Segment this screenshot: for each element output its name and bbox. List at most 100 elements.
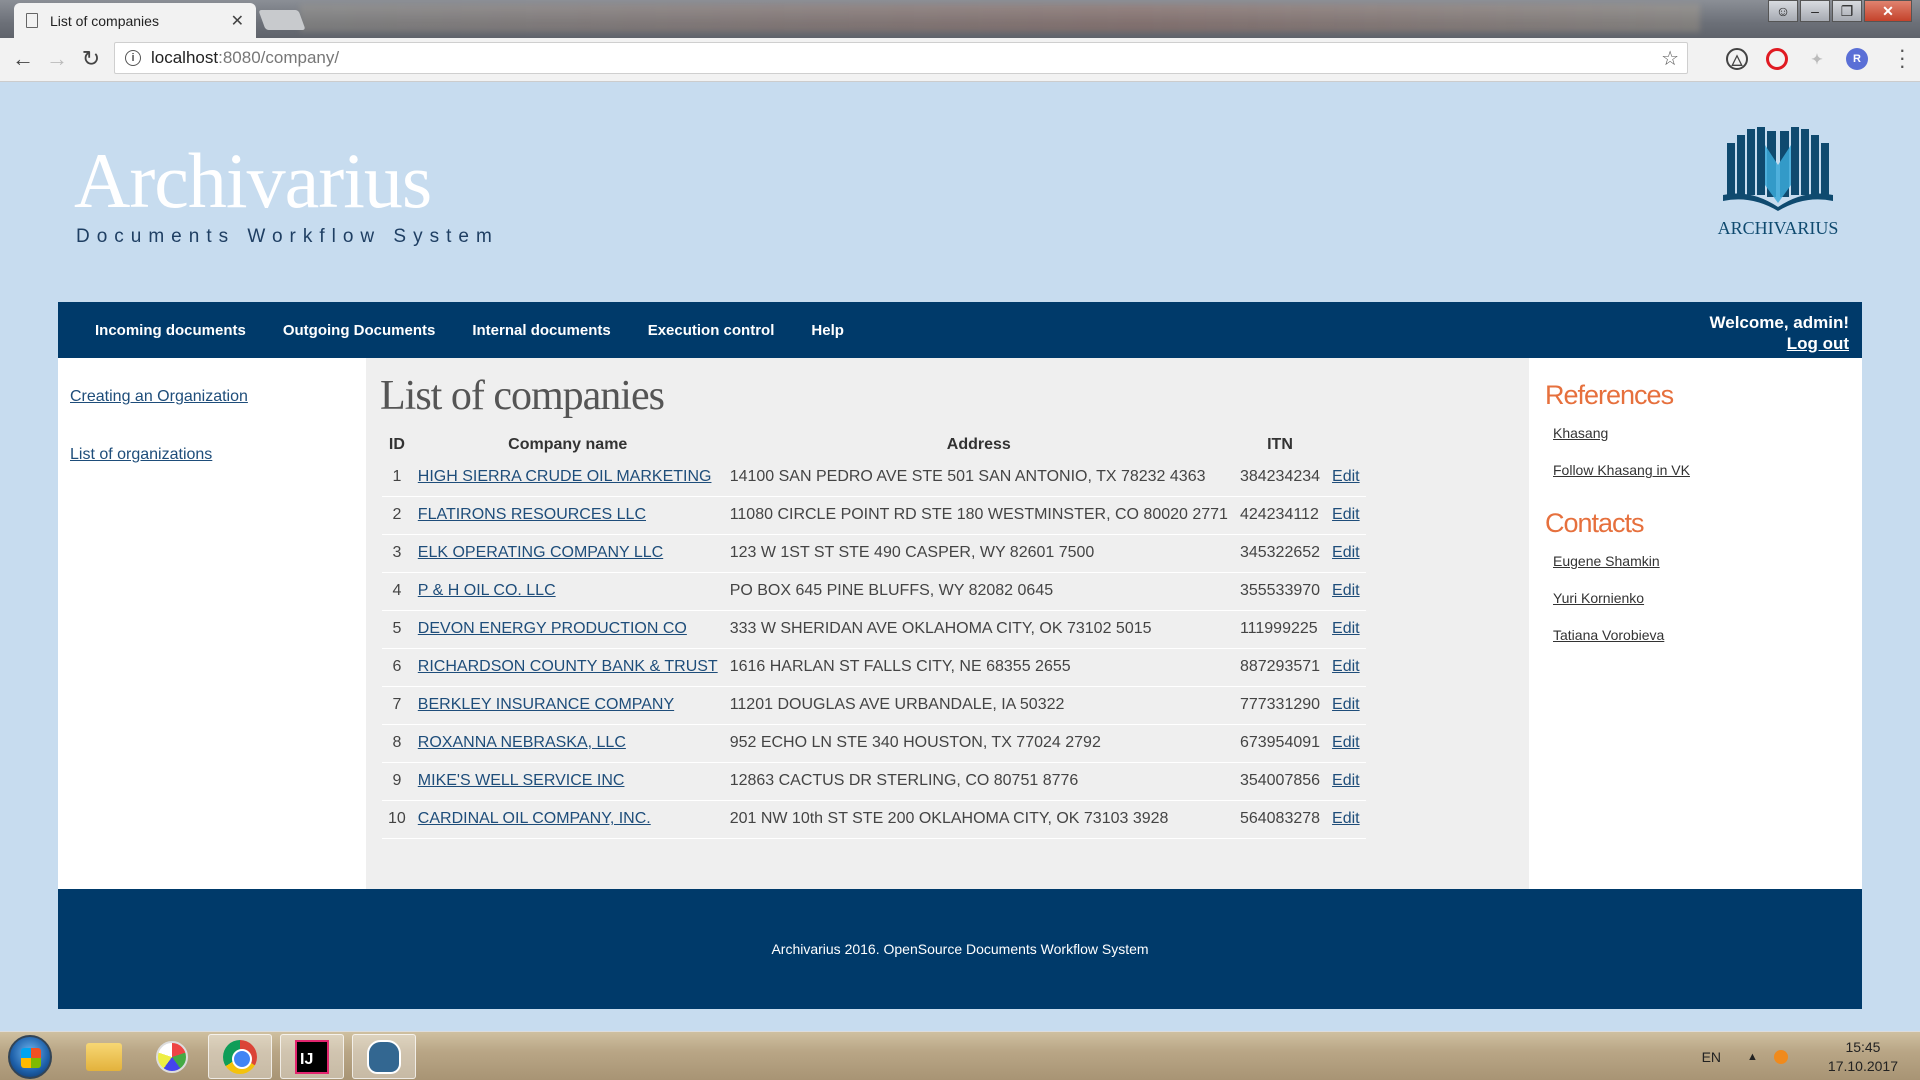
table-cell: ROXANNA NEBRASKA, LLC [411,724,724,763]
row-address: 333 W SHERIDAN AVE OKLAHOMA CITY, OK 731… [729,620,1152,637]
table-cell: 1 [382,458,412,497]
contact-link[interactable]: Eugene Shamkin [1553,553,1846,569]
nav-outgoing-documents[interactable]: Outgoing Documents [283,322,436,339]
column-header-company-name: Company name [508,436,628,453]
table-header-row: ID Company name Address ITN [382,432,1366,458]
site-info-icon[interactable]: i [125,50,141,66]
browser-titlebar: List of companies ✕ ☺ – ❐ ✕ [0,0,1920,38]
table-cell: Edit [1326,686,1366,725]
new-tab-button[interactable] [258,10,306,30]
company-name-link[interactable]: P & H OIL CO. LLC [418,582,556,599]
page-icon [26,13,38,28]
table-cell: Edit [1326,800,1366,839]
nav-help[interactable]: Help [811,322,844,339]
row-id: 10 [388,810,406,827]
edit-link[interactable]: Edit [1332,810,1360,827]
table-cell: 887293571 [1233,648,1327,687]
puzzle-extension-icon[interactable]: ✦ [1806,48,1828,70]
table-cell: 1616 HARLAN ST FALLS CITY, NE 68355 2655 [723,648,1234,687]
contacts-heading: Contacts [1545,508,1645,538]
edit-link[interactable]: Edit [1332,734,1360,751]
row-id: 9 [392,772,402,789]
welcome-text: Welcome, admin! [1709,313,1850,332]
logout-link[interactable]: Log out [1710,333,1849,354]
taskbar-chrome[interactable] [208,1034,272,1079]
minimize-button[interactable]: – [1800,0,1830,22]
edit-link[interactable]: Edit [1332,696,1360,713]
table-cell: 12863 CACTUS DR STERLING, CO 80751 8776 [723,762,1234,801]
close-window-button[interactable]: ✕ [1864,0,1912,22]
drive-extension-icon[interactable]: △ [1726,48,1748,70]
company-name-link[interactable]: CARDINAL OIL COMPANY, INC. [418,810,651,827]
edit-link[interactable]: Edit [1332,772,1360,789]
row-address: 1616 HARLAN ST FALLS CITY, NE 68355 2655 [729,658,1071,675]
nav-internal-documents[interactable]: Internal documents [472,322,610,339]
table-row: 10 CARDINAL OIL COMPANY, INC. 201 NW 10th … [382,800,1366,839]
company-name-link[interactable]: MIKE'S WELL SERVICE INC [418,772,625,789]
table-cell: 424234112 [1233,496,1327,535]
table-row: 8 ROXANNA NEBRASKA, LLC 952 ECHO LN STE 34… [382,724,1366,763]
column-header-address: Address [946,436,1011,453]
address-bar[interactable]: i localhost:8080/company/ ☆ [114,42,1688,74]
edit-link[interactable]: Edit [1332,658,1360,675]
maximize-button[interactable]: ❐ [1832,0,1862,22]
edit-link[interactable]: Edit [1332,468,1360,485]
forward-icon[interactable]: → [44,46,70,72]
row-id: 3 [392,544,402,561]
tray-expand-icon[interactable]: ▲ [1747,1051,1758,1063]
table-cell: 9 [382,762,412,801]
reload-icon[interactable]: ↻ [78,46,104,72]
list-organizations-link[interactable]: List of organizations [70,446,354,464]
table-cell: Edit [1326,458,1366,497]
tray-app-icon[interactable] [1773,1049,1788,1064]
company-name-link[interactable]: ELK OPERATING COMPANY LLC [418,544,663,561]
company-name-link[interactable]: BERKLEY INSURANCE COMPANY [418,696,674,713]
back-icon[interactable]: ← [10,46,36,72]
company-name-link[interactable]: DEVON ENERGY PRODUCTION CO [418,620,687,637]
reference-link-khasang[interactable]: Khasang [1553,425,1846,441]
url-path: :8080/company/ [218,48,340,67]
opera-extension-icon[interactable] [1766,48,1788,70]
taskbar-explorer[interactable] [72,1034,136,1079]
main-column: List of companies ID Company name Addres… [366,358,1529,889]
clock[interactable]: 15:45 17.10.2017 [1828,1038,1898,1076]
company-name-link[interactable]: FLATIRONS RESOURCES LLC [418,506,646,523]
reference-link-vk[interactable]: Follow Khasang in VK [1553,462,1846,478]
main-navbar: Incoming documents Outgoing Documents In… [58,302,1862,358]
table-cell: 6 [382,648,412,687]
row-itn: 673954091 [1239,734,1321,751]
close-tab-icon[interactable]: ✕ [231,11,244,31]
nav-execution-control[interactable]: Execution control [648,322,775,339]
company-name-link[interactable]: ROXANNA NEBRASKA, LLC [418,734,626,751]
browser-tab[interactable]: List of companies ✕ [14,3,256,38]
background-tab-strip [300,4,1700,32]
taskbar-paint[interactable] [140,1034,204,1079]
site-logo: ARCHIVARIUS [1710,125,1846,239]
taskbar-intellij[interactable]: IJ [280,1034,344,1079]
company-name-link[interactable]: HIGH SIERRA CRUDE OIL MARKETING [418,468,712,485]
create-organization-link[interactable]: Creating an Organization [70,388,354,406]
table-cell: 3 [382,534,412,573]
table-cell: DEVON ENERGY PRODUCTION CO [411,610,724,649]
table-cell: CARDINAL OIL COMPANY, INC. [411,800,724,839]
contact-link[interactable]: Tatiana Vorobieva [1553,627,1846,643]
browser-menu-icon[interactable]: · · · [1899,39,1906,77]
page-content: Creating an Organization List of organiz… [58,358,1862,889]
company-name-link[interactable]: RICHARDSON COUNTY BANK & TRUST [418,658,718,675]
nav-incoming-documents[interactable]: Incoming documents [95,322,246,339]
edit-link[interactable]: Edit [1332,544,1360,561]
user-icon[interactable]: ☺ [1768,0,1798,22]
edit-link[interactable]: Edit [1332,582,1360,599]
bookmark-star-icon[interactable]: ☆ [1661,46,1679,71]
edit-link[interactable]: Edit [1332,506,1360,523]
language-indicator[interactable]: EN [1702,1049,1721,1065]
contact-link[interactable]: Yuri Kornienko [1553,590,1846,606]
edit-link[interactable]: Edit [1332,620,1360,637]
profile-extension-icon[interactable]: R [1846,48,1868,70]
taskbar-postgres[interactable] [352,1034,416,1079]
table-cell: FLATIRONS RESOURCES LLC [411,496,724,535]
row-address: 12863 CACTUS DR STERLING, CO 80751 8776 [729,772,1079,789]
start-button[interactable] [8,1035,52,1079]
windows-logo-icon [21,1048,41,1068]
row-address: 952 ECHO LN STE 340 HOUSTON, TX 77024 27… [729,734,1101,751]
